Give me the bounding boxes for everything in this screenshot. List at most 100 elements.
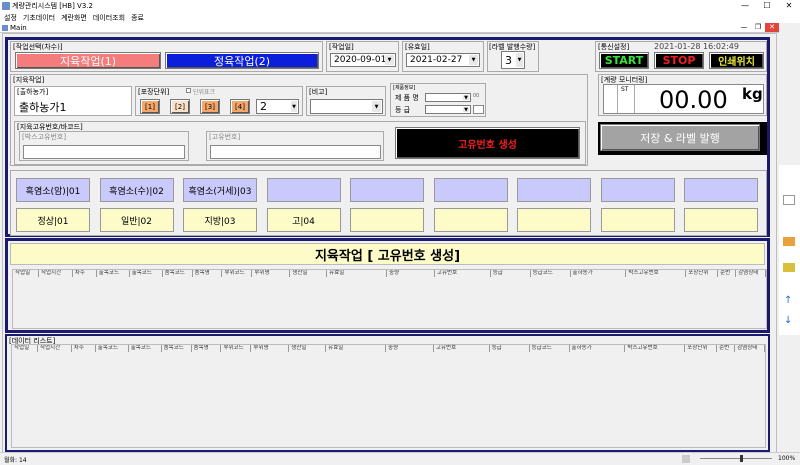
grade-select[interactable]: ▼ [425, 105, 471, 114]
grid-column-header[interactable]: 생산일 [290, 270, 328, 277]
grid-column-header[interactable]: 품목코드 [163, 270, 193, 277]
grid-column-header[interactable]: 출목코드 [96, 345, 129, 352]
mail-icon[interactable] [783, 195, 795, 205]
grid-column-header[interactable]: 작업시간 [38, 345, 72, 352]
category-r1-button-9[interactable] [684, 178, 758, 202]
menu-exit[interactable]: 종료 [131, 13, 144, 23]
zoom-slider[interactable] [700, 458, 772, 459]
save-label-button[interactable]: 저장 & 라벨 발행 [600, 124, 760, 151]
start-button[interactable]: START [599, 52, 649, 69]
category-r2-button-7[interactable] [517, 208, 591, 232]
generate-id-button[interactable]: 고유번호 생성 [395, 127, 580, 159]
grade-code-field[interactable] [473, 105, 484, 114]
menu-data-query[interactable]: 데이터조회 [93, 13, 125, 23]
grid-column-header[interactable]: 고유번호 [435, 270, 491, 277]
chevron-down-icon[interactable]: ▼ [372, 101, 381, 112]
zoom-slider-thumb[interactable] [740, 455, 743, 462]
mdi-maximize-icon[interactable]: ❐ [751, 23, 765, 32]
grid-column-header[interactable]: 중량 [386, 345, 434, 352]
grid-column-header[interactable]: 작업일 [12, 345, 38, 352]
category-r2-button-6[interactable] [433, 208, 508, 232]
jiyuk-work-button[interactable]: 지육작업(1) [15, 52, 161, 69]
grid-column-header[interactable]: 등급코드 [531, 270, 571, 277]
pack-button-2[interactable]: [2] [170, 99, 190, 114]
grid-column-header[interactable]: 부위명 [251, 345, 290, 352]
grid-column-header[interactable]: 등급코드 [530, 345, 570, 352]
category-r1-button-4[interactable] [266, 178, 341, 202]
grid-column-header[interactable]: 출목코드 [129, 345, 162, 352]
print-position-button[interactable]: 인쇄위치 [709, 52, 764, 69]
grid-column-header[interactable]: 중량 [387, 270, 435, 277]
category-r1-button-8[interactable] [600, 178, 675, 202]
category-r2-button-3[interactable]: 지방|03 [183, 208, 257, 232]
chevron-down-icon[interactable]: ▼ [463, 95, 469, 101]
grid-column-header[interactable]: 부위명 [252, 270, 291, 277]
grid-column-header[interactable]: 순번 [718, 270, 737, 277]
grid-column-header[interactable]: 감염상태 [736, 270, 766, 277]
unique-id-input[interactable] [210, 145, 381, 159]
folder-icon[interactable] [783, 237, 795, 246]
label-count-select[interactable]: 3 ▼ [501, 51, 525, 69]
chevron-down-icon[interactable]: ▼ [291, 101, 297, 112]
category-r1-button-5[interactable] [350, 178, 424, 202]
grid-column-header[interactable]: 품목명 [192, 345, 222, 352]
grid-column-header[interactable]: 감염상태 [735, 345, 765, 352]
grid-column-header[interactable]: 부위코드 [221, 345, 252, 352]
grid-column-header[interactable]: 포장단위 [686, 270, 719, 277]
arrow-up-icon[interactable]: ↑ [784, 295, 792, 306]
grid-column-header[interactable]: 품목코드 [162, 345, 192, 352]
note-icon[interactable] [783, 263, 795, 272]
grid-column-header[interactable]: 품목명 [193, 270, 223, 277]
pack-button-3[interactable]: [3] [200, 99, 220, 114]
category-r2-button-1[interactable]: 정상|01 [16, 208, 90, 232]
grid-column-header[interactable]: 순번 [717, 345, 736, 352]
grid-column-header[interactable]: 포장단위 [685, 345, 718, 352]
grid-column-header[interactable]: 작업일 [13, 270, 39, 277]
grid-column-header[interactable]: 유효일 [326, 345, 387, 352]
category-r1-button-3[interactable]: 흑염소(거세)|03 [183, 178, 257, 202]
work-grid[interactable]: 작업일 작업시간 차수 출목코드 출목코드 품목코드 품목명 부위코드 부위명 생산일 유효일 중량 고… [12, 269, 767, 329]
grid-column-header[interactable]: 차수 [72, 345, 96, 352]
grid-column-header[interactable]: 출목코드 [97, 270, 130, 277]
note-select[interactable]: ▼ [310, 99, 383, 114]
expiry-date-picker[interactable]: 2021-02-27 ▼ [406, 53, 480, 67]
chevron-down-icon[interactable]: ▼ [463, 107, 469, 113]
chevron-down-icon[interactable]: ▼ [469, 55, 478, 65]
arrow-down-icon[interactable]: ↓ [784, 315, 792, 326]
category-r1-button-2[interactable]: 흑염소(수)|02 [99, 178, 174, 202]
grid-column-header[interactable]: 등급 [491, 270, 531, 277]
view-icon[interactable] [682, 455, 690, 463]
close-icon[interactable]: ✕ [778, 0, 800, 12]
grid-column-header[interactable]: 등급 [490, 345, 530, 352]
chevron-down-icon[interactable]: ▼ [516, 53, 523, 67]
pack-unit-select[interactable]: 2 ▼ [256, 99, 299, 114]
stop-button[interactable]: STOP [654, 52, 704, 69]
maximize-icon[interactable]: ☐ [756, 0, 778, 12]
grid-column-header[interactable]: 고유번호 [434, 345, 490, 352]
category-r1-button-6[interactable] [433, 178, 508, 202]
grid-column-header[interactable]: 박스고유번호 [626, 270, 687, 277]
pack-button-4[interactable]: [4] [230, 99, 250, 114]
category-r1-button-7[interactable] [517, 178, 591, 202]
product-name-select[interactable]: ▼ [425, 93, 471, 102]
category-r2-button-8[interactable] [600, 208, 675, 232]
grid-column-header[interactable]: 유효일 [327, 270, 388, 277]
pack-check-box[interactable] [186, 88, 191, 93]
menu-weigh-screen[interactable]: 계란화면 [61, 13, 87, 23]
grid-column-header[interactable]: 작업시간 [39, 270, 73, 277]
jeongyuk-work-button[interactable]: 정육작업(2) [165, 52, 319, 69]
grid-column-header[interactable]: 출목코드 [130, 270, 163, 277]
grid-column-header[interactable]: 출하농가 [571, 270, 627, 277]
grid-column-header[interactable]: 차수 [73, 270, 97, 277]
menu-settings[interactable]: 설정 [4, 13, 17, 23]
mdi-close-icon[interactable]: ✕ [765, 23, 779, 32]
chevron-down-icon[interactable]: ▼ [385, 55, 394, 65]
grid-column-header[interactable]: 출하농가 [570, 345, 626, 352]
data-list-grid[interactable]: 작업일 작업시간 차수 출목코드 출목코드 품목코드 품목명 부위코드 부위명 생산일 유효일 중량 고… [11, 344, 766, 448]
mdi-minimize-icon[interactable]: — [737, 23, 751, 32]
grid-column-header[interactable]: 박스고유번호 [625, 345, 686, 352]
menu-basic-data[interactable]: 기초데이터 [23, 13, 55, 23]
grid-column-header[interactable]: 부위코드 [222, 270, 253, 277]
category-r1-button-1[interactable]: 흑염소(암)|01 [16, 178, 90, 202]
category-r2-button-4[interactable]: 고|04 [266, 208, 341, 232]
